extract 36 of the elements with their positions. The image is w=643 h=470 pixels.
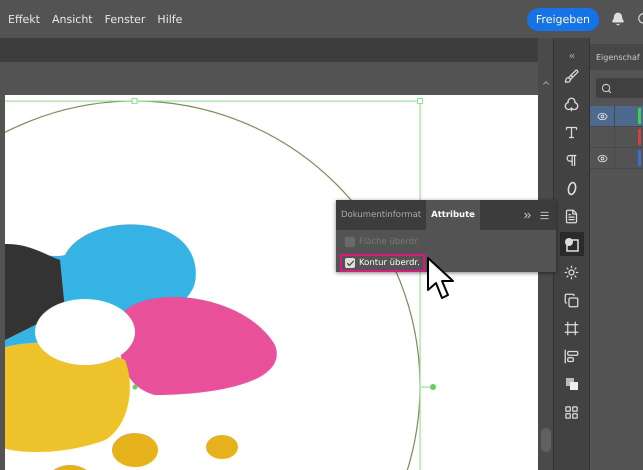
club-icon xyxy=(564,96,579,112)
transform-icon xyxy=(564,292,579,308)
pathfinder-icon xyxy=(564,377,578,391)
pilcrow-icon xyxy=(564,152,579,168)
document-icon xyxy=(564,208,579,224)
expand-icon[interactable] xyxy=(522,210,533,220)
layer-row[interactable] xyxy=(590,148,643,169)
eye-icon xyxy=(596,110,608,122)
frame-icon xyxy=(564,320,579,336)
attributes-icon xyxy=(564,236,579,252)
italic-o-icon xyxy=(566,180,576,196)
layer-row[interactable] xyxy=(590,106,643,127)
checkbox-label: Kontur überdr. xyxy=(359,258,420,268)
type-icon xyxy=(564,124,579,140)
overprint-checkbox[interactable]: Kontur überdr. xyxy=(340,254,425,272)
pointer-cursor-icon xyxy=(426,256,456,302)
collapse-icon[interactable] xyxy=(568,52,576,60)
sun-icon xyxy=(564,264,579,280)
brush-icon xyxy=(564,68,579,84)
properties-tab[interactable]: Eigenschaf xyxy=(590,44,643,70)
swatches-icon xyxy=(564,404,579,420)
tool-button[interactable] xyxy=(560,232,584,256)
search-field[interactable] xyxy=(596,78,643,98)
menu-item[interactable]: Hilfe xyxy=(157,12,182,26)
search-icon xyxy=(601,82,612,94)
checkbox[interactable] xyxy=(345,258,355,268)
menu-item[interactable]: Fenster xyxy=(104,12,146,26)
menu-item[interactable]: Effekt xyxy=(8,12,40,26)
eye-icon xyxy=(596,152,608,164)
panel-tab[interactable]: Dokumentinformat xyxy=(336,200,426,230)
panel-tab[interactable]: Attribute xyxy=(426,200,480,230)
menu-icon[interactable] xyxy=(539,210,550,220)
menu-item[interactable]: Ansicht xyxy=(52,12,93,26)
align-icon xyxy=(564,348,579,364)
share-button[interactable]: Freigeben xyxy=(526,8,599,30)
bell-icon[interactable] xyxy=(611,12,625,26)
